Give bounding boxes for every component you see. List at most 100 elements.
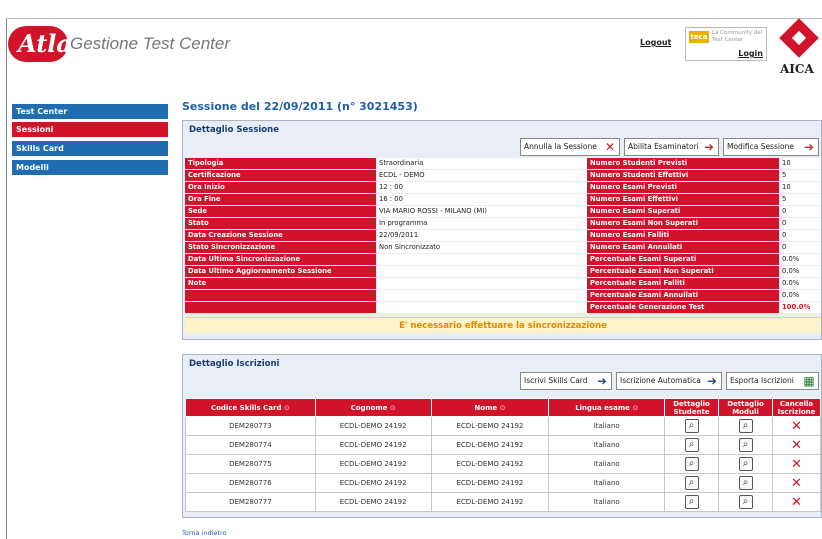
- user-arrow-icon: ➜: [703, 140, 715, 154]
- sort-icon[interactable]: ⊙: [284, 404, 290, 412]
- enrollments-table: Codice Skills Card ⊙ Cognome ⊙ Nome ⊙ Li…: [185, 398, 822, 512]
- delete-x-icon[interactable]: ✕: [791, 438, 802, 453]
- dettaglio-studente-button[interactable]: ⌕: [664, 454, 720, 474]
- stat-label: Numero Esami Effettivi: [587, 194, 779, 205]
- detail-label: Ora Fine: [185, 194, 376, 205]
- dettaglio-studente-button[interactable]: ⌕: [664, 492, 720, 512]
- detail-value: Straordinaria: [377, 158, 587, 169]
- col-nome[interactable]: Nome ⊙: [430, 398, 550, 417]
- abilita-esaminatori-button[interactable]: Abilita Esaminatori ➜: [624, 138, 719, 156]
- sort-icon[interactable]: ⊙: [390, 404, 396, 412]
- detail-row: Stato In programma Numero Esami Non Supera…: [185, 218, 821, 230]
- cell-nome: ECDL-DEMO 24192: [430, 454, 550, 474]
- cancella-iscrizione-button[interactable]: ✕: [771, 416, 822, 436]
- delete-x-icon[interactable]: ✕: [791, 419, 802, 434]
- magnifier-icon[interactable]: ⌕: [684, 438, 699, 452]
- col-cancella-iscrizione: Cancella Iscrizione: [771, 398, 822, 417]
- cell-code: DEM280773: [185, 416, 316, 436]
- stat-label: Percentuale Esami Annullati: [587, 290, 779, 301]
- dettaglio-studente-button[interactable]: ⌕: [664, 473, 720, 493]
- detail-label: Sede: [185, 206, 376, 217]
- magnifier-icon[interactable]: ⌕: [738, 457, 753, 471]
- abilita-esaminatori-label: Abilita Esaminatori: [628, 142, 699, 151]
- iscrivi-skills-card-label: Iscrivi Skills Card: [524, 376, 588, 385]
- detail-row: Stato Sincronizzazione Non Sincronizzato N…: [185, 242, 821, 254]
- delete-x-icon[interactable]: ✕: [791, 495, 802, 510]
- sidebar-item-skills-card[interactable]: Skills Card: [12, 141, 168, 156]
- cell-cognome: ECDL-DEMO 24192: [314, 473, 432, 493]
- dettaglio-moduli-button[interactable]: ⌕: [718, 416, 773, 436]
- table-row: DEM280776 ECDL-DEMO 24192 ECDL-DEMO 24192 I…: [185, 473, 822, 493]
- magnifier-icon[interactable]: ⌕: [738, 495, 753, 509]
- magnifier-icon[interactable]: ⌕: [684, 476, 699, 490]
- iscrivi-skills-card-button[interactable]: Iscrivi Skills Card ➜: [520, 372, 612, 390]
- dettaglio-studente-button[interactable]: ⌕: [664, 435, 720, 455]
- iscrizione-automatica-button[interactable]: Iscrizione Automatica ➜: [616, 372, 722, 390]
- annulla-sessione-label: Annulla la Sessione: [524, 142, 597, 151]
- dettaglio-studente-button[interactable]: ⌕: [664, 416, 720, 436]
- cancella-iscrizione-button[interactable]: ✕: [771, 473, 822, 493]
- magnifier-icon[interactable]: ⌕: [684, 495, 699, 509]
- magnifier-icon[interactable]: ⌕: [684, 457, 699, 471]
- detail-label: [185, 290, 376, 301]
- delete-x-icon[interactable]: ✕: [791, 457, 802, 472]
- community-box: teca La Community dei Test Center Login: [685, 27, 767, 61]
- delete-x-icon[interactable]: ✕: [791, 476, 802, 491]
- detail-value: [377, 266, 587, 277]
- aica-diamond-icon: [779, 18, 819, 58]
- cell-cognome: ECDL-DEMO 24192: [314, 416, 432, 436]
- detail-label: Stato: [185, 218, 376, 229]
- sync-warning: E' necessario effettuare la sincronizzaz…: [185, 317, 821, 333]
- stat-value: 100.0%: [780, 302, 821, 313]
- col-codice-skills-card[interactable]: Codice Skills Card ⊙: [185, 398, 316, 417]
- detail-value: Non Sincronizzato: [377, 242, 587, 253]
- stat-value: 0.0%: [780, 254, 821, 265]
- sidebar-item-test-center[interactable]: Test Center: [12, 104, 168, 119]
- stat-value: 0: [780, 218, 821, 229]
- community-tagline: La Community dei Test Center: [712, 30, 763, 43]
- cancella-iscrizione-button[interactable]: ✕: [771, 435, 822, 455]
- stat-value: 0: [780, 206, 821, 217]
- logout-link[interactable]: Logout: [640, 38, 671, 47]
- col-lingua-esame[interactable]: Lingua esame ⊙: [548, 398, 666, 417]
- magnifier-icon[interactable]: ⌕: [738, 419, 753, 433]
- detail-label: [185, 302, 376, 313]
- enrollments-panel: Dettaglio Iscrizioni Iscrivi Skills Card…: [182, 354, 822, 518]
- aica-brand-text: AICA: [780, 62, 814, 76]
- sidebar-item-modelli[interactable]: Modelli: [12, 160, 168, 175]
- stat-label: Numero Esami Falliti: [587, 230, 779, 241]
- dettaglio-moduli-button[interactable]: ⌕: [718, 454, 773, 474]
- stat-label: Percentuale Esami Non Superati: [587, 266, 779, 277]
- stat-label: Percentuale Esami Superati: [587, 254, 779, 265]
- cell-cognome: ECDL-DEMO 24192: [314, 492, 432, 512]
- cancella-iscrizione-button[interactable]: ✕: [771, 492, 822, 512]
- modifica-sessione-button[interactable]: Modifica Sessione ➜: [723, 138, 819, 156]
- detail-row: Tipologia Straordinaria Numero Studenti Pr…: [185, 158, 821, 170]
- esporta-iscrizioni-button[interactable]: Esporta Iscrizioni ▦: [726, 372, 819, 390]
- detail-value: 22/09/2011: [377, 230, 587, 241]
- sidebar-item-sessioni[interactable]: Sessioni: [12, 122, 168, 137]
- cell-lingua: Italiano: [548, 454, 666, 474]
- dettaglio-moduli-button[interactable]: ⌕: [718, 435, 773, 455]
- cancella-iscrizione-button[interactable]: ✕: [771, 454, 822, 474]
- detail-row: Percentuale Generazione Test 100.0%: [185, 302, 821, 314]
- col-cognome[interactable]: Cognome ⊙: [314, 398, 432, 417]
- login-link[interactable]: Login: [738, 49, 763, 58]
- sort-icon[interactable]: ⊙: [632, 404, 638, 412]
- magnifier-icon[interactable]: ⌕: [738, 438, 753, 452]
- enrollments-panel-title: Dettaglio Iscrizioni: [189, 359, 280, 369]
- stat-label: Numero Esami Annullati: [587, 242, 779, 253]
- app-title: Gestione Test Center: [70, 34, 231, 53]
- dettaglio-moduli-button[interactable]: ⌕: [718, 492, 773, 512]
- dettaglio-moduli-button[interactable]: ⌕: [718, 473, 773, 493]
- esporta-iscrizioni-label: Esporta Iscrizioni: [730, 376, 794, 385]
- magnifier-icon[interactable]: ⌕: [684, 419, 699, 433]
- cell-nome: ECDL-DEMO 24192: [430, 435, 550, 455]
- detail-label: Tipologia: [185, 158, 376, 169]
- page-title: Sessione del 22/09/2011 (n° 3021453): [182, 100, 418, 113]
- magnifier-icon[interactable]: ⌕: [738, 476, 753, 490]
- annulla-sessione-button[interactable]: Annulla la Sessione ✕: [520, 138, 620, 156]
- sort-icon[interactable]: ⊙: [500, 404, 506, 412]
- back-link[interactable]: Torna indietro: [182, 529, 226, 537]
- stat-value: 0.0%: [780, 266, 821, 277]
